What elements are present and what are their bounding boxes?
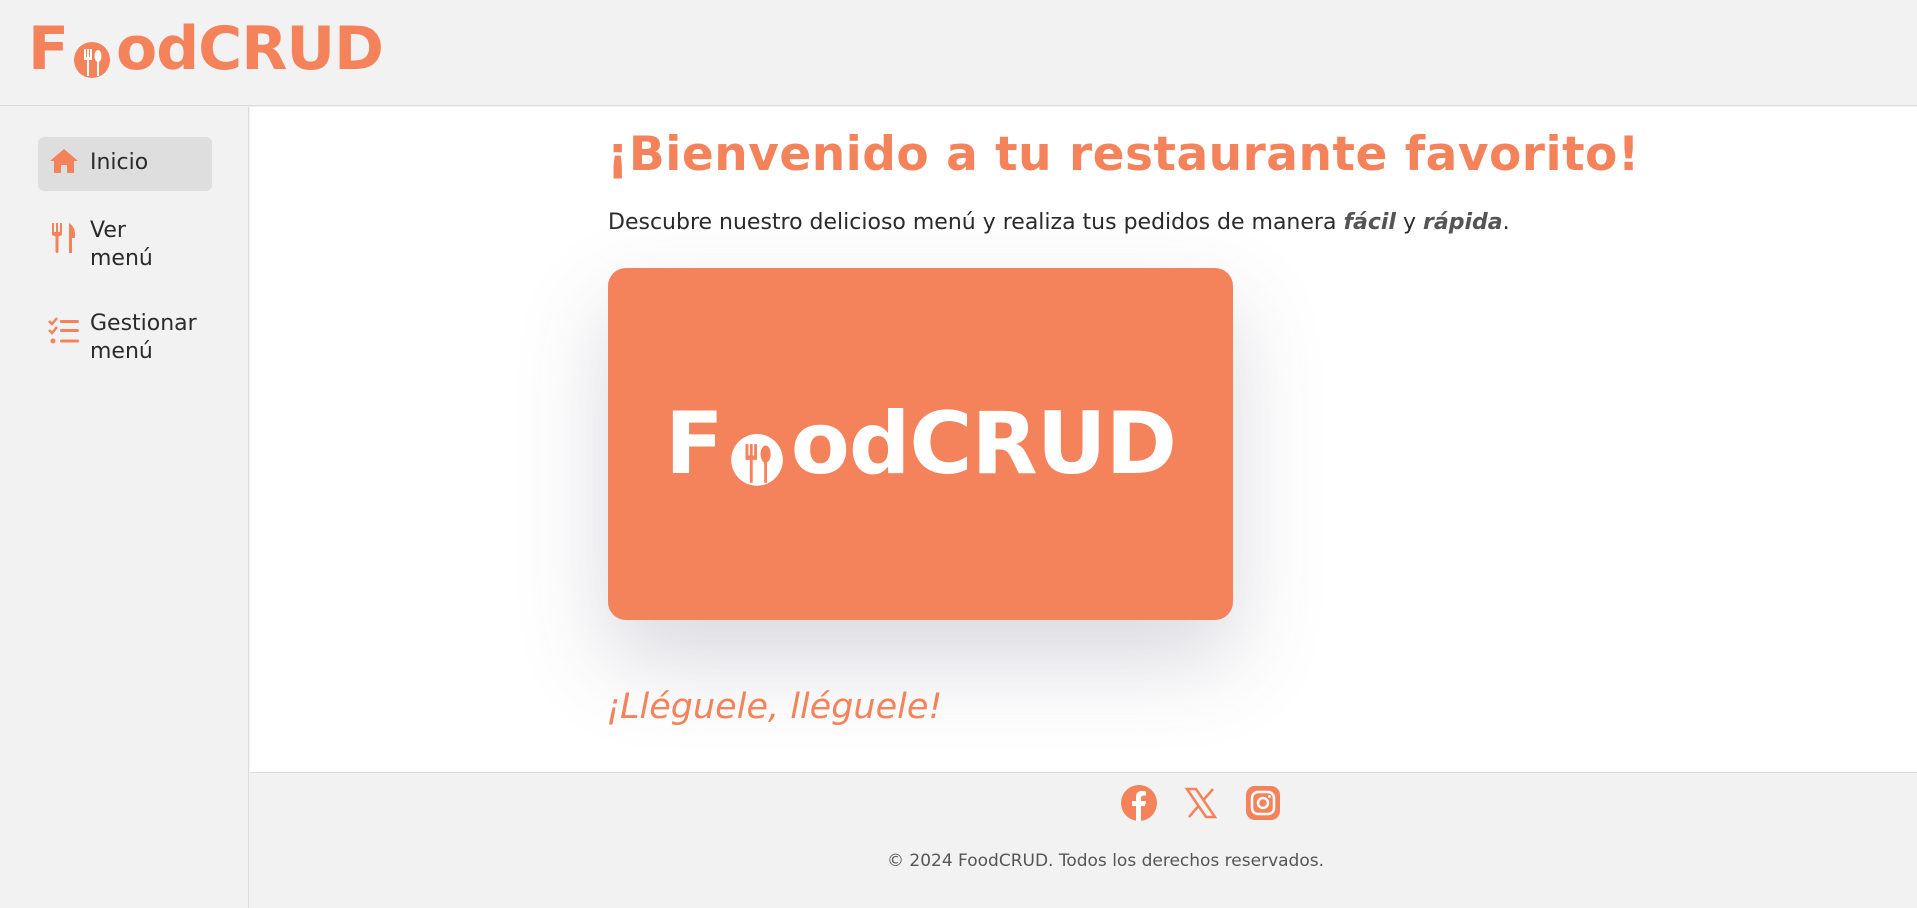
brand-letter-o: o bbox=[116, 14, 157, 84]
top-header: F o dCRUD bbox=[0, 0, 1917, 106]
intro-text: Descubre nuestro delicioso menú y realiz… bbox=[608, 210, 1510, 235]
sidebar-item-label: Inicio bbox=[90, 150, 149, 175]
intro-end: . bbox=[1502, 210, 1510, 235]
sidebar-item-ver-menu[interactable]: Ver menú bbox=[38, 207, 178, 283]
brand-logo[interactable]: F o dCRUD bbox=[28, 14, 384, 84]
sidebar-item-gestionar-menu[interactable]: Gestionar menú bbox=[38, 300, 212, 376]
social-links bbox=[1120, 784, 1282, 822]
facebook-icon[interactable] bbox=[1120, 784, 1158, 822]
intro-middle: y bbox=[1395, 210, 1423, 235]
fork-spoon-icon bbox=[724, 411, 790, 486]
x-icon[interactable] bbox=[1182, 784, 1220, 822]
intro-emphasis-facil: fácil bbox=[1343, 210, 1396, 235]
brand-rest: dCRUD bbox=[156, 14, 384, 84]
slogan: ¡Lléguele, lléguele! bbox=[606, 687, 943, 727]
intro-emphasis-rapida: rápida bbox=[1423, 210, 1503, 235]
intro-before: Descubre nuestro delicioso menú y realiz… bbox=[608, 210, 1344, 235]
main-content: ¡Bienvenido a tu restaurante favorito! D… bbox=[250, 107, 1917, 772]
sidebar-item-inicio[interactable]: Inicio bbox=[38, 137, 212, 191]
hero-logo-rest: odCRUD bbox=[790, 394, 1177, 494]
home-icon bbox=[48, 147, 80, 175]
utensils-icon bbox=[48, 217, 80, 253]
fork-spoon-icon bbox=[69, 26, 115, 78]
brand-letter-f: F bbox=[28, 14, 69, 84]
hero-logo-card: F odCRUD bbox=[608, 268, 1233, 620]
sidebar-item-label: Ver menú bbox=[90, 218, 153, 271]
footer: © 2024 FoodCRUD. Todos los derechos rese… bbox=[250, 772, 1917, 908]
sidebar: Inicio Ver menú Gestionar menú bbox=[0, 107, 249, 908]
page-title: ¡Bienvenido a tu restaurante favorito! bbox=[607, 127, 1640, 182]
hero-logo-letter-f: F bbox=[665, 394, 724, 494]
instagram-icon[interactable] bbox=[1244, 784, 1282, 822]
copyright-text: © 2024 FoodCRUD. Todos los derechos rese… bbox=[886, 851, 1324, 871]
hero-logo: F odCRUD bbox=[665, 394, 1177, 494]
list-check-icon bbox=[48, 310, 80, 344]
sidebar-item-label: Gestionar menú bbox=[90, 311, 197, 364]
